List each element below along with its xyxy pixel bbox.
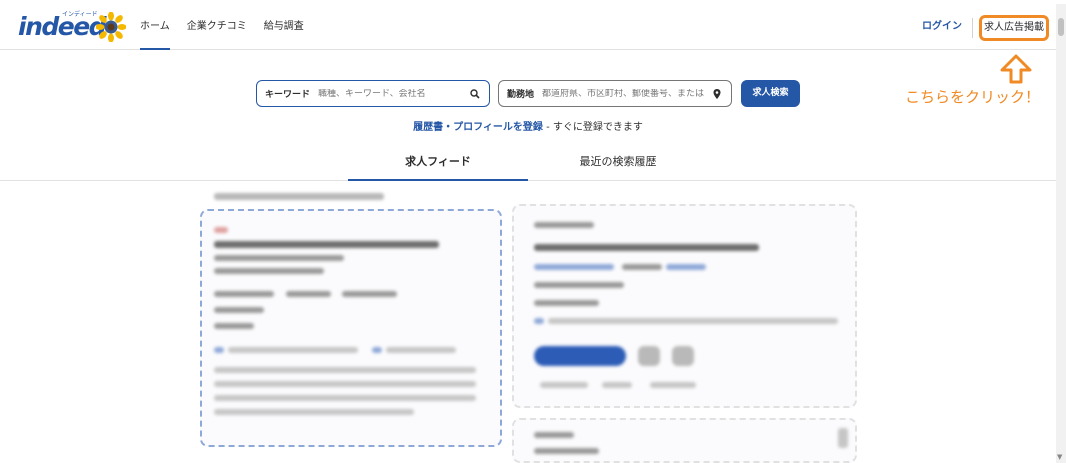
- click-here-annotation: こちらをクリック！: [905, 88, 1041, 106]
- resume-register-link[interactable]: 履歴書・プロフィールを登録: [413, 122, 543, 133]
- feed-heading-blurred: [214, 193, 384, 200]
- search-icon: [470, 88, 480, 99]
- location-label: 勤務地: [507, 90, 535, 100]
- keyword-label: キーワード: [265, 90, 311, 100]
- page-scrollbar[interactable]: ▼: [1056, 4, 1066, 463]
- tab-recent-searches[interactable]: 最近の検索履歴: [528, 145, 708, 181]
- indeed-logo[interactable]: indeed インディード: [18, 11, 107, 42]
- job-card[interactable]: [512, 204, 857, 408]
- sunflower-icon: [96, 12, 126, 42]
- scrollbar-thumb[interactable]: [1058, 18, 1064, 36]
- keyword-input[interactable]: [318, 88, 469, 99]
- post-job-button[interactable]: 求人広告掲載: [979, 15, 1049, 41]
- nav-home[interactable]: ホーム: [140, 4, 170, 50]
- orange-up-arrow-icon: [1000, 54, 1032, 84]
- nav-salary-search[interactable]: 給与調査: [264, 4, 304, 50]
- location-pin-icon: [713, 88, 721, 99]
- resume-prompt-text: - すぐに登録できます: [542, 122, 643, 133]
- top-navigation-bar: indeed インディード ホーム 企業クチコミ 給与調査 ログイン 求人広告掲…: [0, 4, 1056, 50]
- tab-job-feed[interactable]: 求人フィード: [348, 145, 528, 181]
- job-card[interactable]: [200, 209, 502, 447]
- location-input[interactable]: [542, 88, 711, 99]
- header-divider: [972, 18, 973, 38]
- keyword-search-field[interactable]: キーワード: [256, 80, 490, 107]
- main-nav: ホーム 企業クチコミ 給与調査: [140, 4, 304, 50]
- job-card[interactable]: [512, 418, 857, 463]
- nav-company-reviews[interactable]: 企業クチコミ: [187, 4, 247, 50]
- find-jobs-button[interactable]: 求人検索: [741, 80, 800, 107]
- logo-kana: インディード: [62, 11, 98, 18]
- resume-prompt: 履歴書・プロフィールを登録 - すぐに登録できます: [0, 118, 1056, 133]
- location-search-field[interactable]: 勤務地: [498, 80, 732, 107]
- feed-tabs: 求人フィード 最近の検索履歴: [0, 145, 1056, 181]
- scroll-down-icon[interactable]: ▼: [1057, 453, 1062, 461]
- login-link[interactable]: ログイン: [922, 4, 962, 50]
